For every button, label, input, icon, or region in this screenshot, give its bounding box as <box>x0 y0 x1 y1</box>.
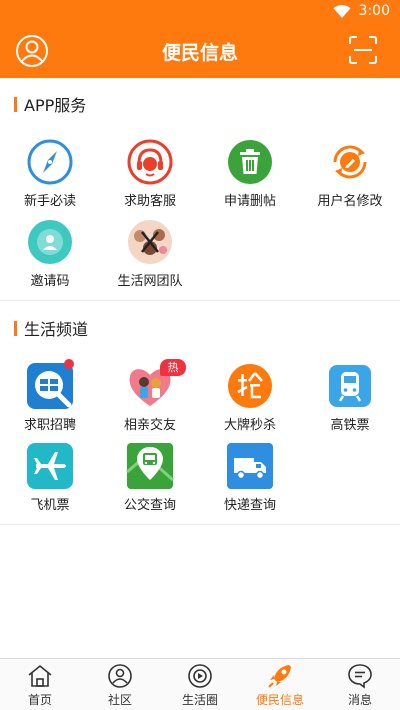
community-icon <box>108 664 132 688</box>
team-photo-icon <box>128 220 172 264</box>
tab-home[interactable]: 首页 <box>0 659 80 710</box>
tile-label: 大牌秒杀 <box>223 418 276 433</box>
tile-label: 求助客服 <box>123 194 176 209</box>
tile-label: 飞机票 <box>30 498 70 513</box>
hot-badge: 热 <box>160 359 186 376</box>
section-title-app-services: APP服务 <box>14 94 87 115</box>
bottom-tab-bar: 首页 社区 生活圈 便民信息 消息 <box>0 658 400 710</box>
job-search-icon <box>27 363 73 409</box>
scan-icon <box>349 36 377 64</box>
life-circle-icon <box>188 664 212 688</box>
tab-label: 首页 <box>27 693 52 707</box>
service-rename-user[interactable]: 用户名修改 <box>300 138 400 210</box>
channel-express-query[interactable]: 快递查询 <box>200 442 300 514</box>
tile-label: 快递查询 <box>223 498 276 513</box>
channel-dating[interactable]: 热 相亲交友 <box>100 359 200 434</box>
tile-label: 新手必读 <box>23 194 76 209</box>
customer-service-icon <box>127 139 173 185</box>
tile-label: 邀请码 <box>30 274 70 289</box>
trash-icon <box>228 140 272 184</box>
tab-messages[interactable]: 消息 <box>320 659 400 710</box>
channel-flash-sale[interactable]: 大牌秒杀 <box>200 362 300 434</box>
wifi-icon <box>333 5 351 18</box>
status-time: 3:00 <box>358 3 390 19</box>
delivery-truck-icon <box>227 443 273 489</box>
status-bar: 3:00 <box>0 0 400 24</box>
notification-dot <box>64 359 74 369</box>
section-divider <box>0 524 400 525</box>
section-divider <box>0 300 400 301</box>
invite-code-icon <box>28 220 72 264</box>
tile-label: 公交查询 <box>123 498 176 513</box>
train-icon <box>329 365 371 407</box>
status-icons: 3:00 <box>333 3 390 19</box>
tab-life-circle[interactable]: 生活圈 <box>160 659 240 710</box>
section-accent-bar <box>14 320 17 336</box>
section-accent-bar <box>14 96 17 112</box>
tile-label: 申请删帖 <box>223 194 276 209</box>
channel-bus-query[interactable]: 公交查询 <box>100 442 200 514</box>
tile-label: 生活网团队 <box>117 274 183 289</box>
channel-job-recruit[interactable]: 求职招聘 <box>0 359 100 434</box>
tile-label: 相亲交友 <box>123 418 176 433</box>
section-title-text: APP服务 <box>24 96 87 115</box>
service-invite-code[interactable]: 邀请码 <box>0 218 100 290</box>
tile-label: 高铁票 <box>330 418 370 433</box>
tile-label: 求职招聘 <box>23 418 76 433</box>
page-title: 便民信息 <box>161 42 238 64</box>
airplane-icon <box>27 443 73 489</box>
tab-convenience-info[interactable]: 便民信息 <box>240 659 320 710</box>
home-icon <box>28 664 52 687</box>
app-header: 便民信息 <box>0 24 400 78</box>
rocket-icon <box>268 665 291 688</box>
service-delete-post[interactable]: 申请删帖 <box>200 138 300 210</box>
service-team[interactable]: 生活网团队 <box>100 218 200 290</box>
tile-label: 用户名修改 <box>317 194 383 209</box>
tab-community[interactable]: 社区 <box>80 659 160 710</box>
flash-sale-icon <box>228 364 272 408</box>
channel-flight[interactable]: 飞机票 <box>0 442 100 514</box>
bus-map-icon <box>126 443 174 489</box>
channel-high-speed-rail[interactable]: 高铁票 <box>300 362 400 434</box>
scan-button[interactable] <box>348 35 378 65</box>
service-newbie-guide[interactable]: 新手必读 <box>0 138 100 210</box>
service-customer-help[interactable]: 求助客服 <box>100 138 200 210</box>
tab-label: 便民信息 <box>255 693 304 707</box>
section-title-text: 生活频道 <box>24 320 89 339</box>
refresh-edit-icon <box>333 145 367 179</box>
tab-label: 社区 <box>107 693 132 707</box>
section-title-life-channel: 生活频道 <box>14 318 89 339</box>
message-icon <box>348 664 372 689</box>
tab-label: 生活圈 <box>181 693 218 707</box>
compass-icon <box>27 139 73 185</box>
tab-label: 消息 <box>347 693 372 707</box>
